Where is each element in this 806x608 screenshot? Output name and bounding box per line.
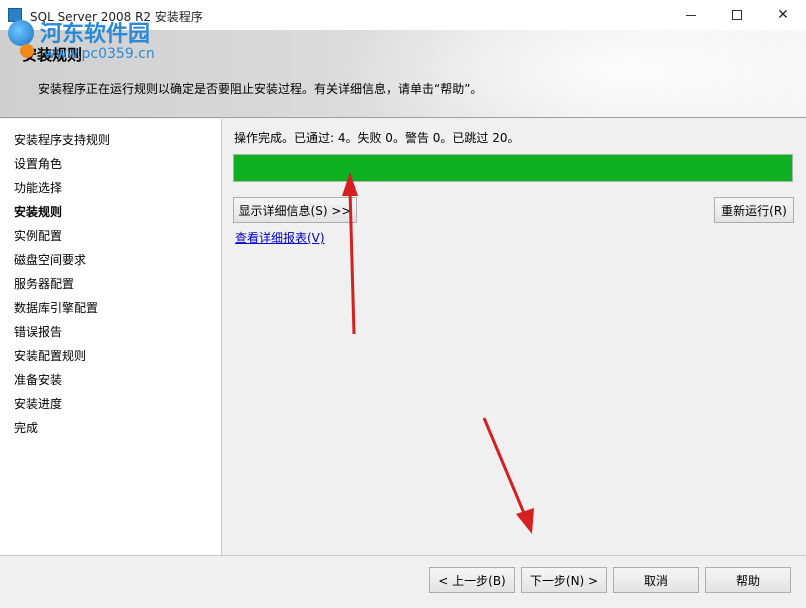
sidebar-item-error-reporting[interactable]: 错误报告 <box>14 323 62 340</box>
close-icon: ✕ <box>777 7 789 23</box>
sidebar-item-install-rules[interactable]: 安装规则 <box>14 203 62 220</box>
watermark-logo-accent-icon <box>20 44 34 58</box>
sidebar-item-setup-role[interactable]: 设置角色 <box>14 155 62 172</box>
sidebar-item-instance-config[interactable]: 实例配置 <box>14 227 62 244</box>
back-button[interactable]: < 上一步(B) <box>429 567 515 593</box>
minimize-icon <box>686 14 696 16</box>
watermark-logo-icon <box>8 20 34 46</box>
next-button[interactable]: 下一步(N) > <box>521 567 607 593</box>
sidebar-item-feature-selection[interactable]: 功能选择 <box>14 179 62 196</box>
cancel-button[interactable]: 取消 <box>613 567 699 593</box>
progress-bar <box>233 154 793 182</box>
help-button[interactable]: 帮助 <box>705 567 791 593</box>
footer-bar: < 上一步(B) 下一步(N) > 取消 帮助 <box>0 555 806 608</box>
progress-bar-fill <box>234 155 792 181</box>
main-content: 操作完成。已通过: 4。失败 0。警告 0。已跳过 20。 显示详细信息(S) … <box>222 119 806 555</box>
watermark-url: www.pc0359.cn <box>44 46 155 62</box>
show-details-button[interactable]: 显示详细信息(S) >> <box>233 197 357 223</box>
close-button[interactable]: ✕ <box>760 0 806 30</box>
operation-status: 操作完成。已通过: 4。失败 0。警告 0。已跳过 20。 <box>234 131 520 145</box>
header-swoosh-decoration <box>330 30 806 117</box>
rerun-button[interactable]: 重新运行(R) <box>714 197 794 223</box>
sidebar-item-ready-to-install[interactable]: 准备安装 <box>14 371 62 388</box>
sidebar-item-install-config-rules[interactable]: 安装配置规则 <box>14 347 86 364</box>
sidebar-item-support-rules[interactable]: 安装程序支持规则 <box>14 131 110 148</box>
sidebar-item-disk-space[interactable]: 磁盘空间要求 <box>14 251 86 268</box>
maximize-icon <box>732 10 742 20</box>
watermark: 河东软件园 www.pc0359.cn <box>6 14 216 68</box>
page-description: 安装程序正在运行规则以确定是否要阻止安装过程。有关详细信息，请单击“帮助”。 <box>38 82 483 96</box>
maximize-button[interactable] <box>714 0 760 30</box>
sidebar-item-install-progress[interactable]: 安装进度 <box>14 395 62 412</box>
watermark-name: 河东软件园 <box>40 21 151 47</box>
minimize-button[interactable] <box>668 0 714 30</box>
sidebar-item-server-config[interactable]: 服务器配置 <box>14 275 74 292</box>
steps-sidebar: 安装程序支持规则 设置角色 功能选择 安装规则 实例配置 磁盘空间要求 服务器配… <box>0 119 222 555</box>
sidebar-item-complete[interactable]: 完成 <box>14 419 38 436</box>
view-detailed-report-link[interactable]: 查看详细报表(V) <box>235 229 325 246</box>
sidebar-item-db-engine-config[interactable]: 数据库引擎配置 <box>14 299 98 316</box>
